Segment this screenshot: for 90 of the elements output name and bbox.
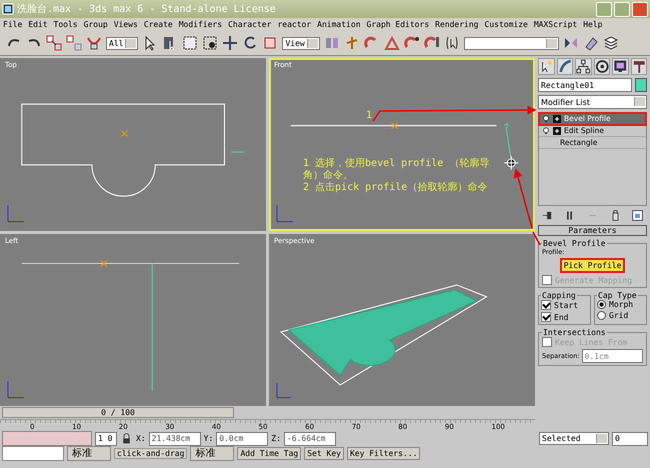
group-title: Intersections <box>542 328 607 337</box>
hammer-icon[interactable] <box>630 58 647 75</box>
pivot-marker <box>391 122 398 130</box>
axis-icon <box>7 204 24 222</box>
x-label: X: <box>136 434 146 443</box>
annotation-line <box>532 232 541 246</box>
layers-icon[interactable] <box>602 35 619 51</box>
checkbox[interactable]: Start <box>541 300 588 310</box>
group-title: Capping <box>541 291 577 300</box>
axis-icon <box>276 382 292 398</box>
pivot-marker <box>100 260 108 266</box>
menu-item[interactable]: MAXScript <box>534 20 578 29</box>
pick-profile-button[interactable]: Pick Profile <box>560 258 626 273</box>
script-field[interactable] <box>2 446 64 461</box>
window-crossing-icon[interactable] <box>202 35 218 51</box>
named-selection-dropdown[interactable] <box>464 36 559 50</box>
menu-item[interactable]: Tools <box>54 20 78 29</box>
app-icon <box>2 3 14 15</box>
selection-filter-dropdown[interactable]: All <box>106 36 138 50</box>
region-select-icon[interactable] <box>182 35 198 51</box>
modifier-list-dropdown[interactable]: Modifier List <box>538 95 647 109</box>
object-color-swatch[interactable] <box>635 78 647 92</box>
object-name-field[interactable]: Rectangle01 <box>538 78 632 92</box>
instruction-text: 1 选择，使用bevel profile （轮廓导角）命令。 <box>303 158 490 182</box>
ime-toolbar[interactable]: 标准 <box>67 446 111 461</box>
pivot-marker <box>121 130 128 137</box>
unlink-icon[interactable] <box>66 35 82 51</box>
menu-item[interactable]: File <box>3 20 22 29</box>
step-number: 1 <box>366 110 372 121</box>
key-filters-button[interactable]: Key Filters... <box>346 447 420 460</box>
pin-icon[interactable] <box>540 209 554 222</box>
rollout-header[interactable]: Parameters <box>538 225 647 236</box>
profile-curve <box>504 123 512 160</box>
instruction-text: 2 点击pick profile（拾取轮廓）命令 <box>303 182 488 194</box>
gizmo-icon <box>504 156 519 170</box>
y-label: Y: <box>204 434 214 443</box>
lightbulb-icon[interactable] <box>542 114 550 122</box>
time-slider-thumb[interactable]: 0 / 100 <box>2 407 234 418</box>
z-label: Z: <box>271 434 281 443</box>
motion-tab-icon[interactable] <box>594 58 610 75</box>
axis-icon <box>7 380 24 398</box>
menu-item[interactable]: Group <box>84 20 108 29</box>
menu-item[interactable]: Views <box>114 20 138 29</box>
menu-item[interactable]: Customize <box>484 20 528 29</box>
annotation-arrow <box>514 168 533 228</box>
link-icon[interactable] <box>46 35 62 51</box>
mirror-icon[interactable] <box>562 35 579 51</box>
menu-item[interactable]: Create <box>144 20 173 29</box>
window-title: 洗脸台.max - 3ds max 6 - Stand-alone License <box>17 2 277 16</box>
selection-count-field: 1 0 <box>95 432 117 446</box>
display-tab-icon[interactable] <box>612 58 628 75</box>
y-coordinate-field[interactable]: 0.0cm <box>216 432 268 446</box>
hierarchy-tab-icon[interactable] <box>575 58 592 75</box>
modify-tab-icon[interactable] <box>556 58 573 75</box>
group-title: Cap Type <box>597 291 638 300</box>
menu-item[interactable]: Animation <box>317 20 361 29</box>
menu-item[interactable]: Character <box>228 20 272 29</box>
separation-field[interactable]: 0.1cm <box>582 349 643 363</box>
group-title: Bevel Profile <box>542 239 607 248</box>
radio-button[interactable]: Morph <box>597 300 644 309</box>
prompt-text: click-and-drag <box>114 448 188 459</box>
frame-field[interactable]: 0 <box>612 432 648 446</box>
scale-icon[interactable] <box>262 35 278 51</box>
menu-item[interactable]: Modifiers <box>178 20 222 29</box>
menu-item[interactable]: reactor <box>277 20 312 29</box>
reference-coordinate-dropdown[interactable]: View <box>282 36 320 50</box>
align-icon[interactable] <box>582 35 599 51</box>
maxscript-listener-field[interactable] <box>2 431 92 446</box>
radio-button[interactable]: Grid <box>597 311 644 320</box>
expand-icon[interactable] <box>553 126 561 134</box>
menu-item[interactable]: Graph Editors <box>366 20 430 29</box>
add-time-tag-button[interactable]: Add Time Tag <box>237 447 302 460</box>
z-coordinate-field[interactable]: -6.664cm <box>284 432 336 446</box>
create-tab-icon[interactable] <box>538 58 554 75</box>
x-coordinate-field[interactable]: 21.438cm <box>148 432 201 446</box>
menu-item[interactable]: Edit <box>28 20 48 29</box>
menu-item[interactable]: Rendering <box>435 20 478 29</box>
menu-item[interactable]: Help <box>583 20 602 29</box>
rotate-icon[interactable] <box>242 35 258 51</box>
checkbox[interactable]: End <box>541 312 588 322</box>
move-icon[interactable] <box>222 35 238 51</box>
key-mode-dropdown[interactable]: Selected <box>539 432 609 445</box>
ime-toolbar[interactable]: 标准 <box>190 446 234 461</box>
set-key-button[interactable]: Set Key <box>304 447 344 460</box>
configure-icon[interactable] <box>631 209 644 222</box>
expand-icon[interactable] <box>553 114 561 122</box>
close-button[interactable] <box>632 2 648 16</box>
shape-line <box>230 152 245 153</box>
axis-icon <box>276 204 294 222</box>
lightbulb-icon[interactable] <box>542 126 550 134</box>
